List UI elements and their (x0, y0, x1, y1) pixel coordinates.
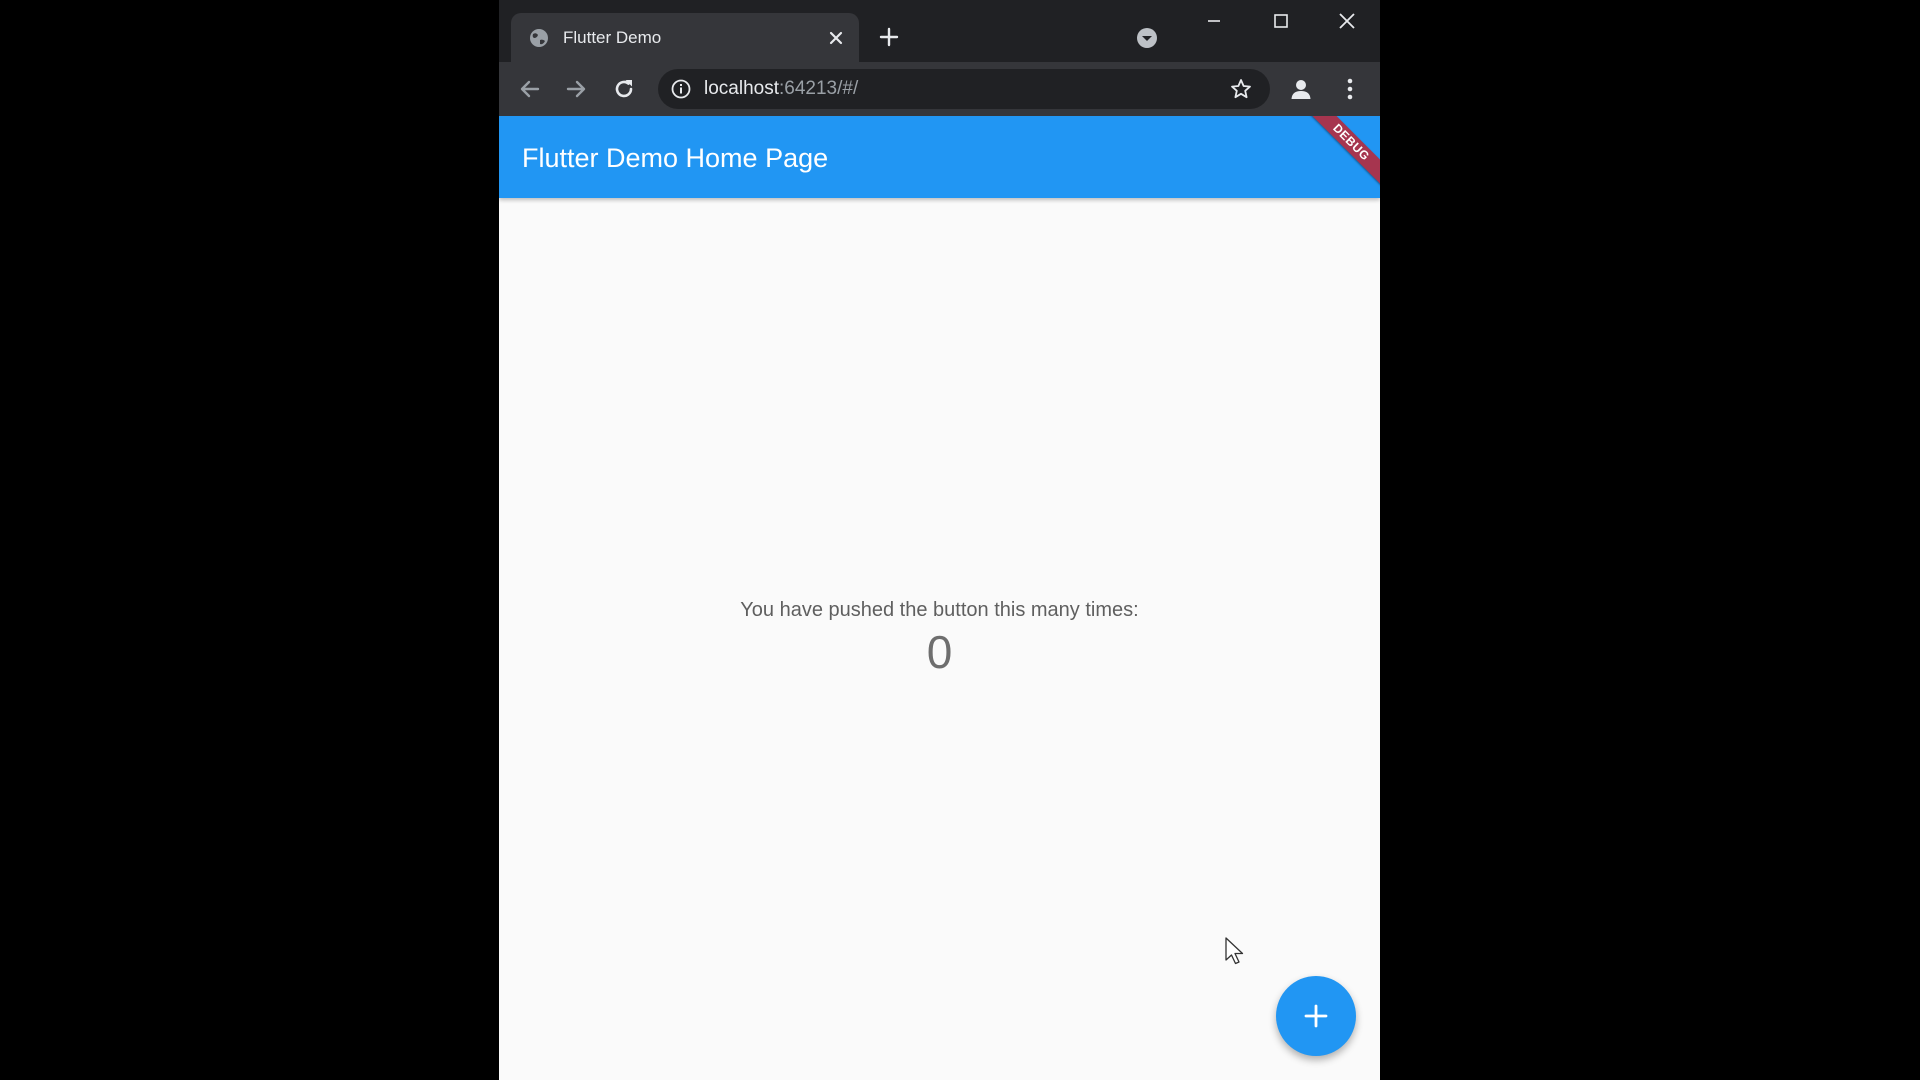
tab-close-icon[interactable] (827, 29, 845, 47)
new-tab-icon[interactable] (877, 25, 901, 49)
counter-label: You have pushed the button this many tim… (740, 599, 1139, 621)
url-path: :64213/#/ (779, 78, 859, 99)
back-arrow-icon[interactable] (517, 76, 543, 102)
address-bar[interactable]: localhost:64213/#/ (658, 69, 1270, 109)
page-title: Flutter Demo Home Page (522, 143, 829, 173)
minimize-icon[interactable] (1203, 10, 1225, 32)
tab-search-icon[interactable] (1135, 26, 1159, 50)
reload-icon[interactable] (611, 76, 637, 102)
app-bar: Flutter Demo Home Page (499, 116, 1380, 198)
flutter-app-page: Flutter Demo Home Page DEBUG You have pu… (499, 116, 1380, 1080)
url-text: localhost:64213/#/ (704, 78, 858, 100)
forward-arrow-icon[interactable] (563, 76, 589, 102)
site-info-icon[interactable] (670, 78, 692, 100)
tab-strip: Flutter Demo (499, 0, 1380, 62)
browser-toolbar: localhost:64213/#/ (499, 62, 1380, 116)
globe-icon (530, 29, 548, 47)
kebab-menu-icon[interactable] (1337, 76, 1363, 102)
tab-flutter-demo[interactable]: Flutter Demo (511, 13, 859, 62)
increment-button[interactable] (1276, 976, 1356, 1056)
plus-icon (1304, 1004, 1328, 1028)
counter-value: 0 (926, 626, 953, 678)
maximize-icon[interactable] (1270, 10, 1292, 32)
browser-window: Flutter Demo localhost:64213/#/ Flutter … (499, 0, 1380, 1080)
window-close-icon[interactable] (1336, 10, 1358, 32)
mouse-cursor-icon (1225, 937, 1244, 965)
bookmark-star-icon[interactable] (1229, 77, 1253, 101)
profile-person-icon[interactable] (1288, 76, 1314, 102)
tab-title: Flutter Demo (563, 28, 662, 47)
url-host: localhost (704, 78, 779, 99)
